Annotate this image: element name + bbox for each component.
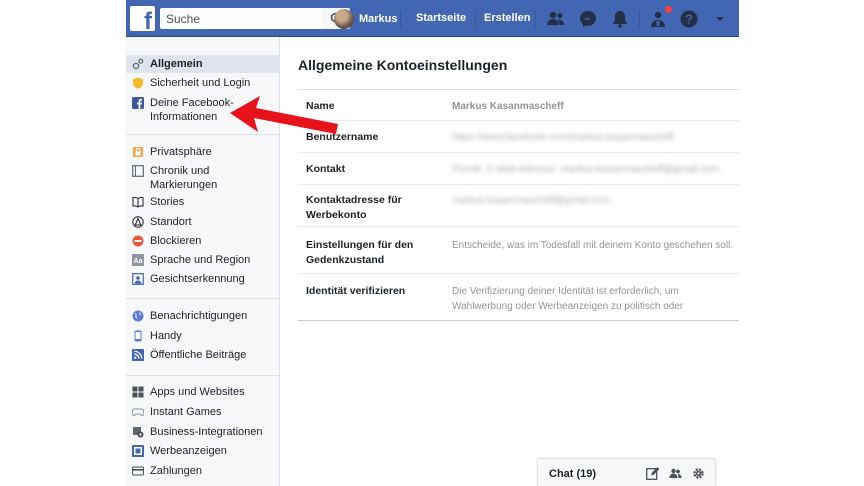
sidebar-item-label: Blockieren (150, 235, 202, 247)
sidebar-item-label: Apps und Websites (150, 386, 245, 398)
annotation-arrow (230, 96, 338, 134)
apps-icon (132, 386, 144, 398)
facebook-icon (132, 97, 144, 109)
sidebar-item-label: Instant Games (150, 406, 222, 418)
dropdown-icon[interactable] (710, 9, 730, 29)
divider (639, 11, 640, 27)
sidebar-item-timeline[interactable]: Chronik und Markierungen (126, 164, 279, 192)
sidebar-item-face-recognition[interactable]: Gesichtserkennung (126, 272, 279, 286)
create-link[interactable]: Erstellen (484, 12, 530, 24)
sidebar-item-label: Standort (150, 216, 192, 228)
shield-icon (133, 77, 143, 89)
row-value: Markus Kasanmascheff (452, 101, 564, 112)
row-label: Kontakt (306, 163, 346, 175)
divider (298, 320, 739, 321)
rss-icon (132, 349, 144, 361)
sidebar-item-ads[interactable]: Werbeanzeigen (126, 444, 279, 458)
svg-text:?: ? (685, 12, 693, 27)
sidebar-item-mobile[interactable]: Handy (126, 329, 279, 343)
search-input[interactable] (160, 8, 322, 29)
sidebar-item-label: Gesichtserkennung (150, 273, 245, 285)
home-link[interactable]: Startseite (416, 12, 466, 24)
notifications-icon[interactable] (610, 9, 630, 29)
sidebar-item-label: Business-Integrationen (150, 426, 263, 438)
row-label: Kontaktadresse für Werbekonto (306, 194, 402, 221)
sidebar-item-business-integrations[interactable]: Business-Integrationen (126, 425, 279, 439)
sidebar-item-stories[interactable]: Stories (126, 195, 279, 209)
settings-row-username[interactable]: Benutzername https://www.facebook.com/ma… (298, 121, 739, 153)
row-label: Einstellungen für den Gedenkzustand (306, 239, 414, 266)
settings-row-name[interactable]: Name Markus Kasanmascheff (298, 90, 739, 121)
group-chat-icon[interactable] (669, 467, 682, 480)
divider (475, 11, 476, 27)
row-value: Primär: E-Mail-Adresse: markus.kasanmasc… (452, 164, 720, 175)
sidebar-item-block[interactable]: Blockieren (126, 234, 279, 248)
sidebar-item-instant-games[interactable]: Instant Games (126, 405, 279, 419)
sidebar-item-label: Stories (150, 196, 185, 208)
block-icon (132, 235, 144, 247)
settings-row-identity[interactable]: Identität verifizieren Die Verifizierung… (298, 274, 739, 321)
sidebar-item-label: Allgemein (150, 58, 203, 70)
facebook-logo[interactable]: f (130, 6, 155, 34)
ads-icon (132, 445, 144, 457)
sidebar-item-label: Handy (150, 330, 182, 342)
face-icon (132, 273, 144, 285)
row-value: Die Verifizierung deiner Identität ist e… (452, 286, 684, 312)
gear-icon (132, 58, 144, 70)
sidebar-item-label: Werbeanzeigen (150, 445, 227, 457)
location-icon (132, 216, 144, 228)
sidebar-item-label: Privatsphäre (150, 146, 212, 158)
user-name: Markus (359, 12, 398, 25)
svg-text:Aa: Aa (134, 258, 143, 265)
settings-table: Name Markus Kasanmascheff Benutzername h… (298, 89, 739, 312)
sidebar-item-label: Zahlungen (150, 465, 202, 477)
top-navigation-bar: f Markus Startseite Erstellen ? (126, 0, 739, 37)
timeline-icon (132, 165, 144, 177)
row-value: https://www.facebook.com/markus.kasanmas… (452, 132, 674, 143)
business-icon (133, 427, 144, 438)
sidebar-item-general[interactable]: Allgemein (126, 55, 279, 73)
row-value: Entscheide, was im Todesfall mit deinem … (452, 240, 734, 251)
book-icon (132, 196, 144, 208)
sidebar-item-payments[interactable]: Zahlungen (126, 464, 279, 478)
row-value: markus.kasanmascheff@gmail.com (452, 195, 611, 206)
lock-icon (133, 147, 143, 157)
divider (400, 11, 401, 27)
sidebar-item-security[interactable]: Sicherheit und Login (126, 76, 279, 90)
sidebar-item-apps[interactable]: Apps und Websites (126, 385, 279, 399)
profile-link[interactable]: Markus (334, 8, 398, 29)
sidebar-item-public-posts[interactable]: Öffentliche Beiträge (126, 348, 279, 362)
settings-row-contact[interactable]: Kontakt Primär: E-Mail-Adresse: markus.k… (298, 153, 739, 185)
compose-icon[interactable] (646, 467, 659, 480)
payment-icon (132, 466, 144, 476)
chat-bar[interactable]: Chat (19) (537, 458, 716, 486)
sidebar-item-label: Chronik und Markierungen (150, 165, 218, 191)
sidebar-item-privacy[interactable]: Privatsphäre (126, 145, 279, 159)
sidebar-item-label: Sicherheit und Login (150, 77, 251, 89)
settings-row-memorialization[interactable]: Einstellungen für den Gedenkzustand Ents… (298, 227, 739, 274)
gamepad-icon (132, 408, 144, 417)
messenger-icon[interactable] (578, 9, 598, 29)
language-icon: Aa (132, 254, 144, 266)
friends-icon[interactable] (546, 9, 566, 29)
globe-icon (132, 310, 144, 322)
sidebar-item-label: Öffentliche Beiträge (150, 349, 247, 361)
row-label: Identität verifizieren (306, 285, 406, 297)
settings-row-ad-contact[interactable]: Kontaktadresse für Werbekonto markus.kas… (298, 185, 739, 227)
sidebar-item-location[interactable]: Standort (126, 215, 279, 229)
avatar (334, 8, 354, 29)
page-title: Allgemeine Kontoeinstellungen (298, 57, 508, 73)
divider (126, 375, 279, 376)
phone-icon (134, 330, 142, 342)
gear-icon[interactable] (692, 467, 705, 480)
divider (126, 298, 279, 299)
help-icon[interactable]: ? (679, 9, 699, 29)
divider (535, 11, 536, 27)
sidebar-item-label: Benachrichtigungen (150, 310, 248, 322)
notification-badge (664, 5, 673, 14)
chat-label: Chat (19) (549, 468, 597, 480)
sidebar-item-label: Sprache und Region (150, 254, 251, 266)
sidebar-item-language[interactable]: Aa Sprache und Region (126, 253, 279, 267)
sidebar-item-notifications[interactable]: Benachrichtigungen (126, 309, 279, 323)
